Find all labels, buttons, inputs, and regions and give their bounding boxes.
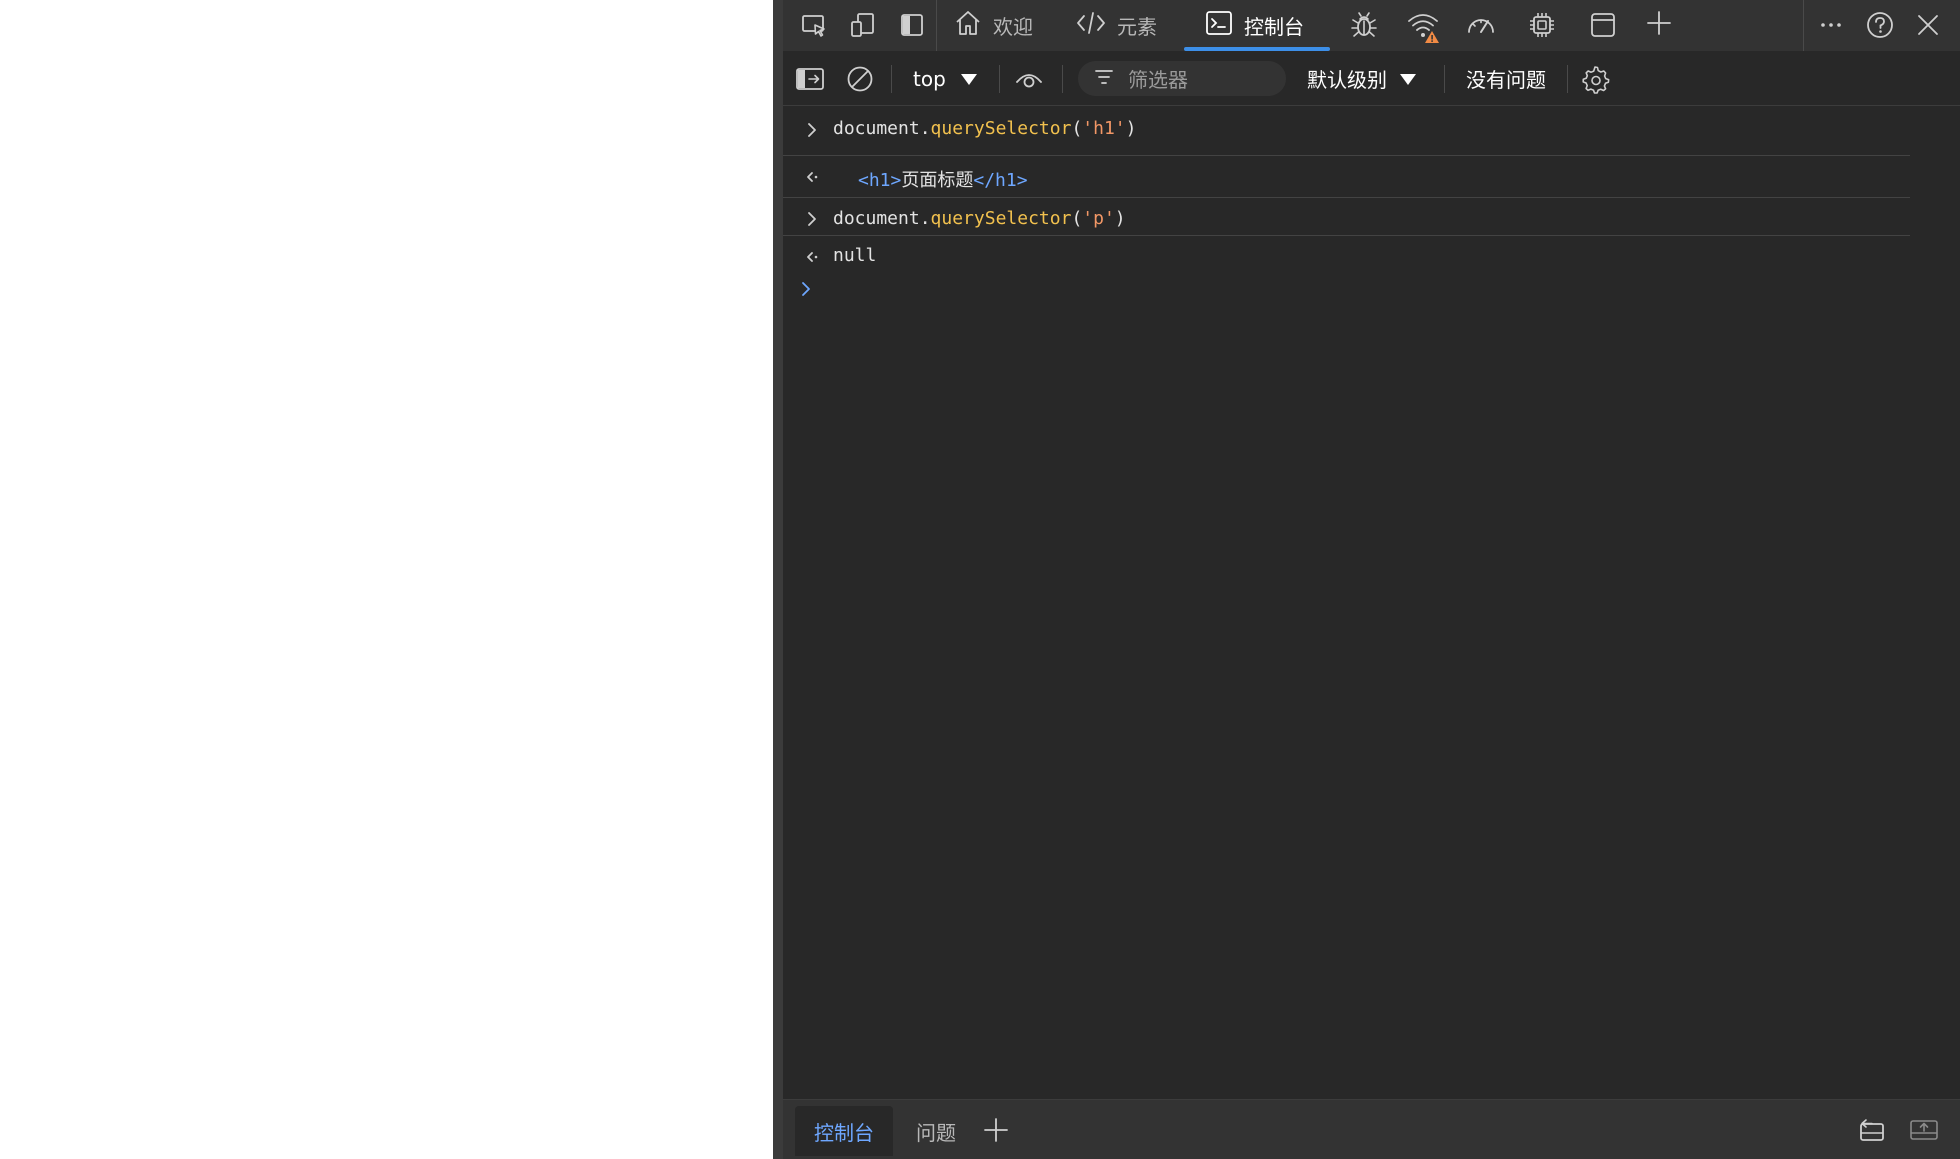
code-object: document [833,208,920,229]
console-output-element[interactable]: <h1>页面标题</h1> [858,166,1028,192]
drawer-tab-issues[interactable]: 问题 [901,1106,971,1156]
devtools-tab-bar: 欢迎 元素 控制台 [783,0,1960,51]
memory-chip-icon[interactable] [1523,6,1561,44]
triangle-down-icon [960,67,978,91]
console-output-row[interactable]: null [783,236,1910,272]
add-tool-icon[interactable] [1640,4,1678,42]
issues-counter[interactable]: 没有问题 [1466,51,1546,106]
clear-console-icon[interactable] [842,61,878,97]
inspected-page-viewport [0,0,773,1157]
close-icon[interactable] [1909,6,1947,44]
tab-welcome[interactable]: 欢迎 [953,0,1063,51]
home-icon [953,8,983,43]
console-input-code[interactable]: document.querySelector('h1') [833,118,1136,139]
toolbar-separator [1567,65,1568,93]
more-tools-icon[interactable] [1812,6,1850,44]
console-toolbar: top 筛选器 默认级别 没有问题 [783,51,1960,106]
filter-input[interactable]: 筛选器 [1078,61,1286,96]
console-output-null[interactable]: null [833,245,876,266]
console-icon [1204,8,1234,43]
dock-drawer-icon[interactable] [1852,1111,1890,1149]
devtools-panel: 欢迎 元素 控制台 top 筛选器 默认级别 没有问题 document.que… [783,0,1960,1159]
devtools-resize-handle[interactable] [773,0,783,1159]
code-method: querySelector [930,118,1072,139]
code-string-arg: 'h1' [1082,118,1126,139]
code-object: document [833,118,920,139]
console-settings-gear-icon[interactable] [1577,61,1613,97]
filter-placeholder: 筛选器 [1128,68,1188,92]
code-paren-open: ( [1071,208,1083,229]
tab-console[interactable]: 控制台 [1184,0,1330,51]
context-selector[interactable]: top [913,51,978,106]
help-icon[interactable] [1861,6,1899,44]
prompt-chevron-icon [799,274,813,304]
live-expression-eye-icon[interactable] [1011,61,1047,97]
html-close-tag: </h1> [973,170,1028,191]
code-string-arg: 'p' [1082,208,1115,229]
code-paren-open: ( [1071,118,1083,139]
chevron-right-icon [805,115,819,145]
html-open-tag: <h1> [858,170,902,191]
console-output-row[interactable]: <h1>页面标题</h1> [783,156,1910,198]
return-arrow-icon [805,162,819,192]
issues-counter-label: 没有问题 [1466,68,1546,92]
context-selector-value: top [913,66,946,91]
application-window-icon[interactable] [1584,6,1622,44]
close-drawer-icon[interactable] [1905,1111,1943,1149]
network-wifi-warning-icon[interactable] [1403,6,1445,48]
toolbar-separator [1444,65,1445,93]
performance-gauge-icon[interactable] [1462,6,1500,44]
return-arrow-icon [805,242,819,272]
drawer-tab-bar: 控制台 问题 [783,1099,1960,1159]
toolbar-separator [1062,65,1063,93]
code-dot: . [919,118,931,139]
html-text-content: 页面标题 [901,170,974,191]
code-dot: . [919,208,931,229]
drawer-tab-console[interactable]: 控制台 [795,1106,893,1156]
tab-bar-separator [936,0,937,51]
console-input-row[interactable]: document.querySelector('h1') [783,115,1910,156]
drawer-add-tab-icon[interactable] [977,1111,1015,1149]
console-input-code[interactable]: document.querySelector('p') [833,208,1126,229]
toolbar-separator [891,65,892,93]
tab-console-label: 控制台 [1244,15,1304,39]
dock-side-icon[interactable] [893,6,931,44]
tab-welcome-label: 欢迎 [993,15,1033,39]
log-level-value: 默认级别 [1307,68,1387,92]
toolbar-separator [999,65,1000,93]
tab-bar-separator-right [1803,0,1804,51]
chevron-right-icon [805,204,819,234]
log-level-selector[interactable]: 默认级别 [1307,51,1417,106]
inspect-icon[interactable] [795,6,833,44]
console-input-row[interactable]: document.querySelector('p') [783,198,1910,236]
console-prompt[interactable] [783,272,1910,306]
tab-elements-label: 元素 [1117,15,1157,39]
filter-icon [1094,67,1114,91]
show-sidebar-icon[interactable] [792,61,828,97]
code-brackets-icon [1075,8,1107,43]
tab-elements[interactable]: 元素 [1075,0,1185,51]
code-paren-close: ) [1114,208,1126,229]
triangle-down-icon [1399,67,1417,91]
bug-icon[interactable] [1345,6,1383,44]
code-method: querySelector [930,208,1072,229]
code-paren-close: ) [1125,118,1137,139]
device-emulation-icon[interactable] [844,6,882,44]
